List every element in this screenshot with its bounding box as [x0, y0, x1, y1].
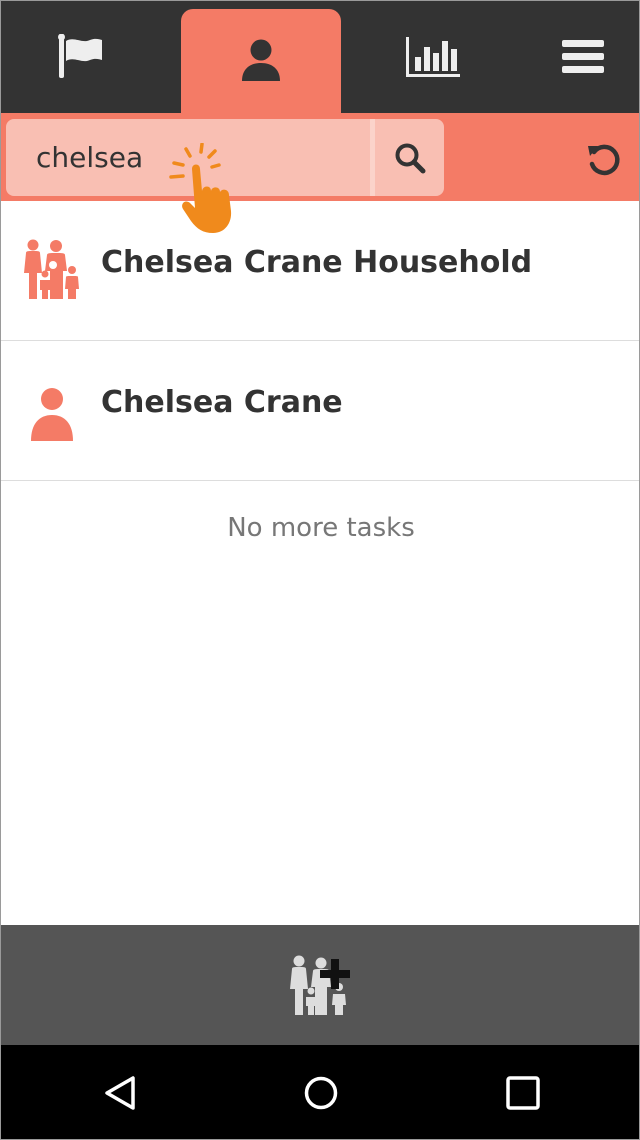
search-icon — [395, 143, 425, 173]
home-icon — [304, 1076, 338, 1110]
list-item-label: Chelsea Crane Household — [101, 245, 533, 280]
result-list: Chelsea Crane Household Chelsea Crane — [1, 201, 639, 481]
add-household-button[interactable] — [281, 945, 361, 1025]
system-nav-bar — [1, 1045, 639, 1139]
list-item-person[interactable]: Chelsea Crane — [1, 341, 639, 481]
top-nav — [1, 1, 639, 113]
back-button[interactable] — [97, 1069, 145, 1117]
tab-reports[interactable] — [353, 1, 513, 113]
refresh-icon — [588, 144, 620, 176]
family-icon — [24, 239, 79, 299]
recents-button[interactable] — [499, 1069, 547, 1117]
tab-menu[interactable] — [503, 1, 639, 113]
bar-chart-icon — [406, 37, 460, 77]
refresh-button[interactable] — [579, 135, 629, 185]
list-item-label: Chelsea Crane — [101, 385, 343, 420]
flag-icon — [58, 34, 102, 78]
add-family-icon — [290, 955, 350, 1015]
app-frame: Chelsea Crane Household Chelsea Crane No… — [0, 0, 640, 1140]
person-icon — [31, 388, 73, 441]
search-button[interactable] — [375, 119, 444, 196]
tab-people[interactable] — [181, 9, 341, 113]
tab-flags[interactable] — [1, 1, 161, 113]
menu-icon — [562, 40, 604, 73]
bottom-action-bar — [1, 925, 639, 1045]
person-icon — [242, 39, 280, 81]
home-button[interactable] — [297, 1069, 345, 1117]
list-item-household[interactable]: Chelsea Crane Household — [1, 201, 639, 341]
recents-icon — [506, 1076, 540, 1110]
empty-message: No more tasks — [227, 513, 415, 543]
back-icon — [105, 1076, 135, 1110]
search-bar — [1, 113, 639, 201]
